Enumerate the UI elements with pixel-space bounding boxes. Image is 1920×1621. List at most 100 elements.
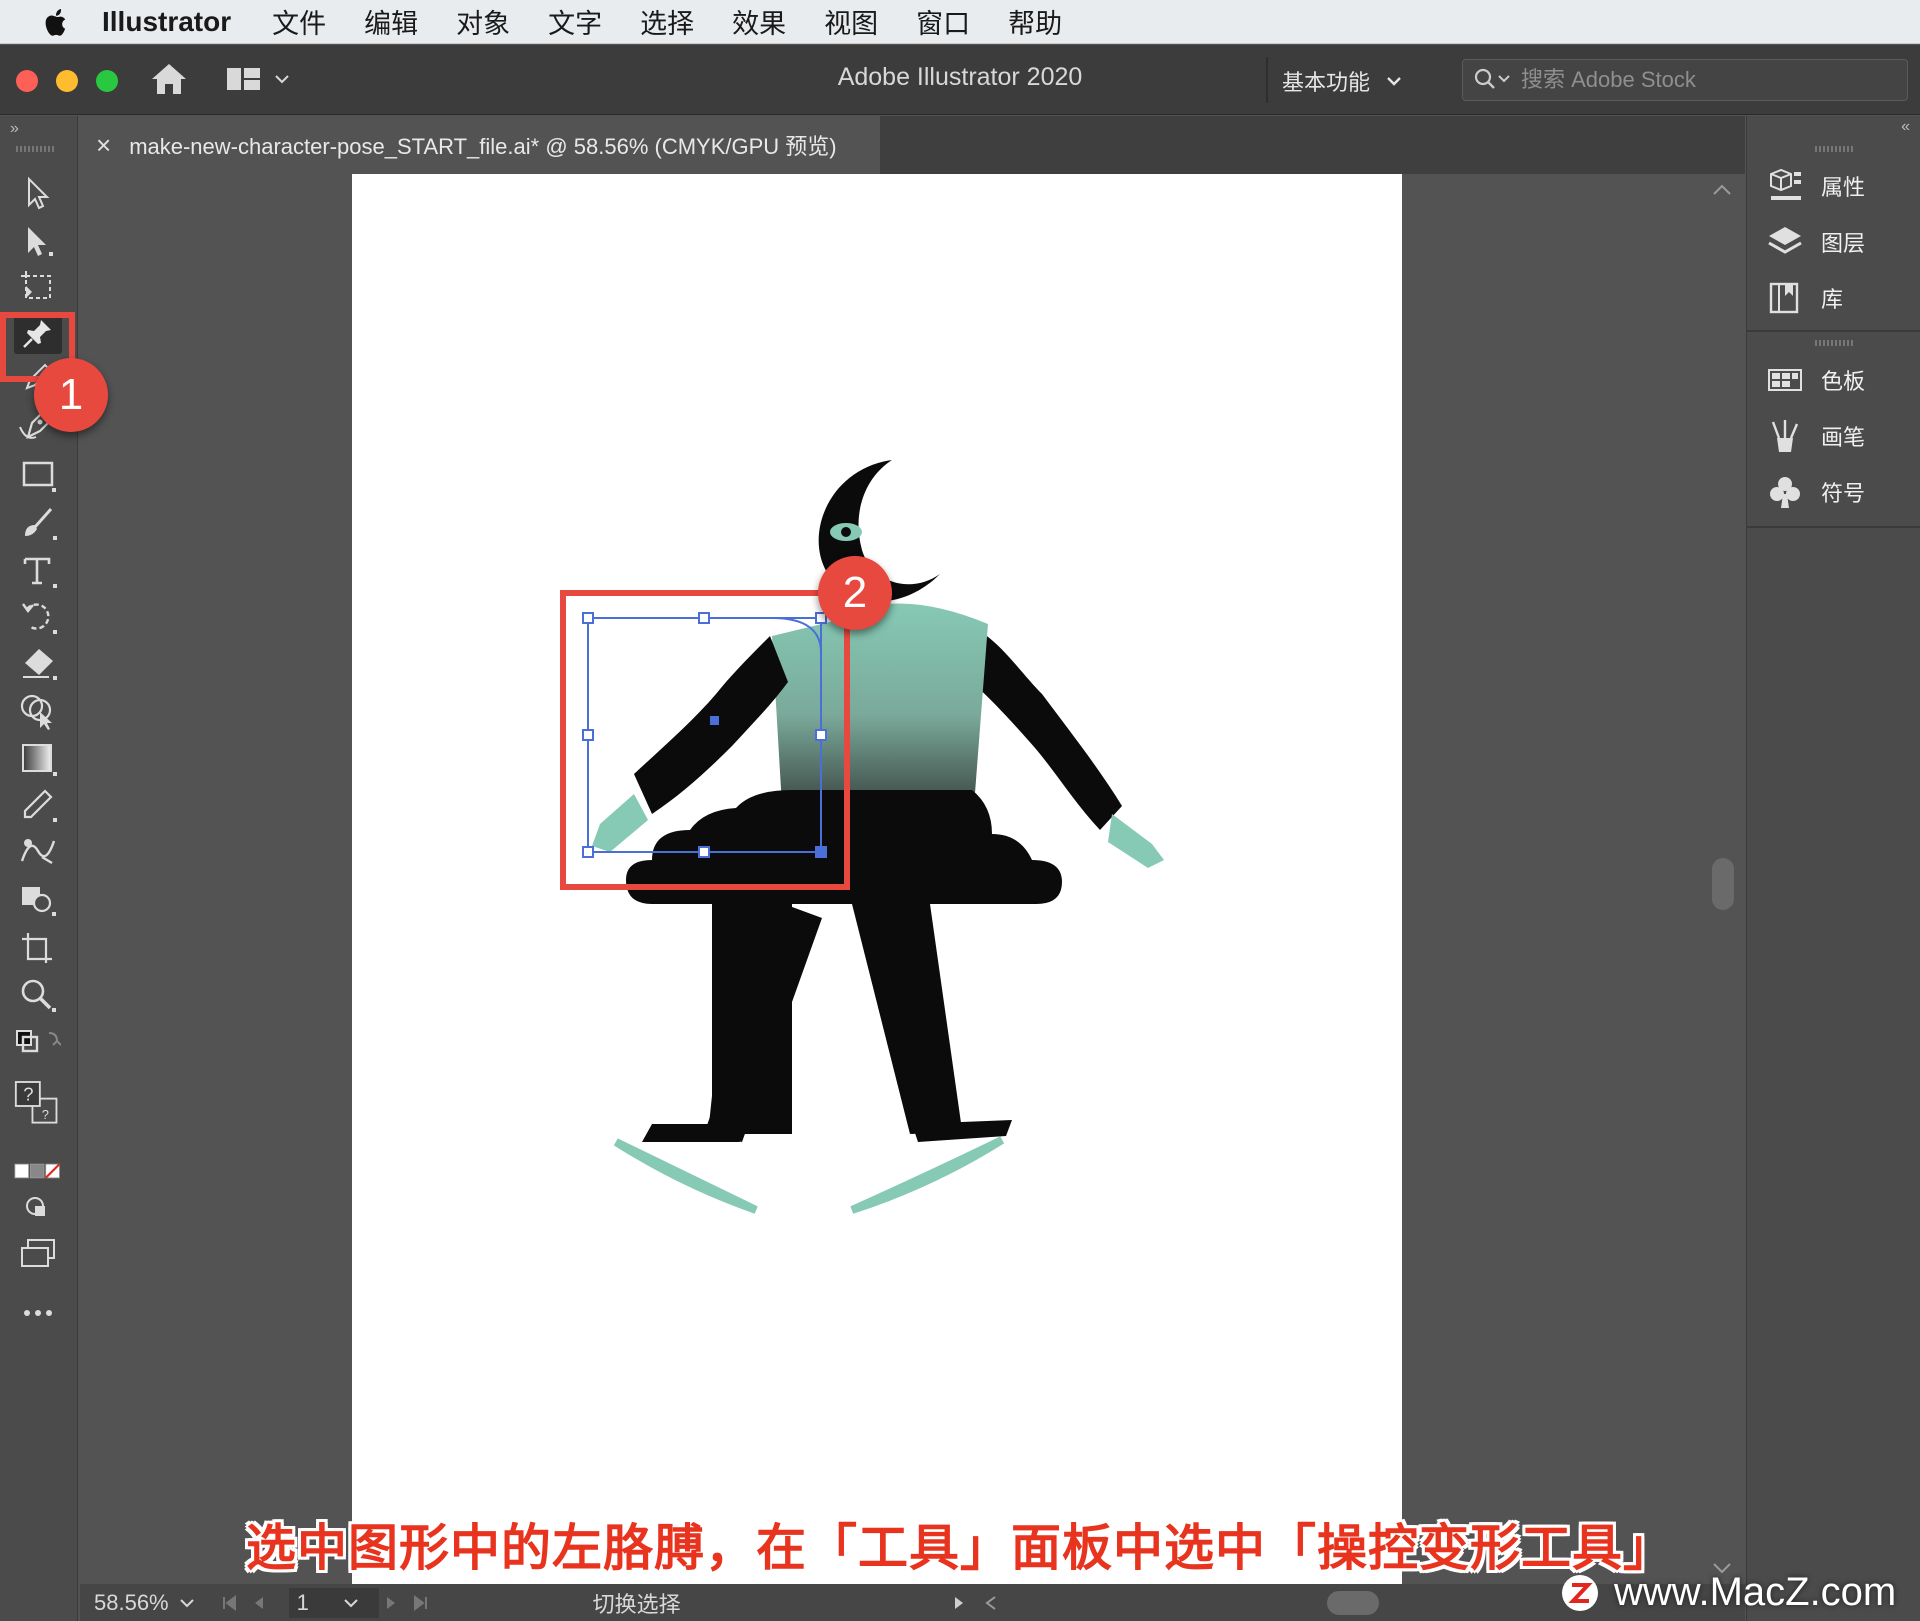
artboard-tool-icon[interactable] xyxy=(14,266,62,308)
status-bar: 58.56% 1 切换选择 xyxy=(80,1584,1745,1621)
menu-bar: Illustrator 文件 编辑 对象 文字 选择 效果 视图 窗口 帮助 xyxy=(0,0,1920,44)
brushes-icon xyxy=(1771,420,1799,452)
chevron-down-icon xyxy=(1387,77,1401,86)
eyedropper-tool-icon[interactable] xyxy=(14,784,62,826)
search-icon xyxy=(1474,68,1510,89)
shape-builder-tool-icon[interactable] xyxy=(14,690,62,732)
panel-properties[interactable]: 属性 xyxy=(1767,166,1865,206)
fill-stroke-unknown-icon[interactable]: ?? xyxy=(14,1074,62,1138)
rectangle-tool-icon[interactable] xyxy=(14,454,62,496)
step-badge-1: 1 xyxy=(34,358,108,432)
panel-symbols-label: 符号 xyxy=(1821,481,1866,506)
fill-stroke-swap-icon[interactable] xyxy=(14,1024,62,1066)
menu-view[interactable]: 视图 xyxy=(824,2,878,41)
menu-window[interactable]: 窗口 xyxy=(916,2,970,41)
paintbrush-tool-icon[interactable] xyxy=(14,502,62,544)
menu-effect[interactable]: 效果 xyxy=(732,2,786,41)
last-artboard-icon[interactable] xyxy=(413,1594,429,1611)
panel-grip[interactable] xyxy=(1815,146,1855,152)
panel-grip[interactable] xyxy=(16,146,56,152)
panel-brushes[interactable]: 画笔 xyxy=(1767,416,1865,456)
drawing-mode-icon[interactable] xyxy=(14,1186,62,1228)
watermark: www.MacZ.com xyxy=(1560,1570,1896,1615)
rotate-tool-icon[interactable] xyxy=(14,596,62,638)
menu-type[interactable]: 文字 xyxy=(548,2,602,41)
right-panel-dock: « 属性 图层 库 色板 画笔 符号 xyxy=(1746,116,1920,1621)
workspace-label: 基本功能 xyxy=(1282,70,1371,95)
character-right-arm[interactable] xyxy=(974,630,1164,868)
document-tab[interactable]: × make-new-character-pose_START_file.ai*… xyxy=(80,116,880,174)
collapse-toolbar-icon[interactable]: » xyxy=(10,120,19,138)
type-tool-icon[interactable] xyxy=(14,550,62,592)
app-name-menu[interactable]: Illustrator xyxy=(102,6,231,38)
panel-swatches-label: 色板 xyxy=(1821,369,1866,394)
menu-help[interactable]: 帮助 xyxy=(1008,2,1062,41)
search-input[interactable] xyxy=(1521,67,1881,93)
direct-selection-tool-icon[interactable] xyxy=(14,220,62,262)
eraser-tool-icon[interactable] xyxy=(14,642,62,684)
document-tab-bar: × make-new-character-pose_START_file.ai*… xyxy=(80,116,1745,174)
panel-grip[interactable] xyxy=(1815,340,1855,346)
selection-tool-icon[interactable] xyxy=(14,172,62,214)
step-badge-2: 2 xyxy=(818,556,892,630)
zoom-level-dropdown[interactable]: 58.56% xyxy=(94,1590,195,1616)
collapse-panels-icon[interactable]: « xyxy=(1901,118,1910,136)
menu-edit[interactable]: 编辑 xyxy=(364,2,418,41)
close-tab-icon[interactable]: × xyxy=(96,130,111,161)
panel-layers-label: 图层 xyxy=(1821,231,1866,256)
chevron-down-icon xyxy=(179,1598,194,1607)
zoom-tool-icon[interactable] xyxy=(14,974,62,1016)
artboard-number: 1 xyxy=(296,1589,309,1615)
watermark-text: www.MacZ.com xyxy=(1614,1570,1897,1614)
gradient-tool-icon[interactable] xyxy=(14,738,62,780)
panel-brushes-label: 画笔 xyxy=(1821,425,1866,450)
menu-object[interactable]: 对象 xyxy=(456,2,510,41)
status-menu-arrow-icon[interactable] xyxy=(953,1595,965,1611)
vertical-scrollbar[interactable] xyxy=(1700,174,1745,1584)
menu-select[interactable]: 选择 xyxy=(640,2,694,41)
current-tool-status: 切换选择 xyxy=(592,1591,681,1617)
highlight-left-arm xyxy=(560,590,850,890)
svg-text:?: ? xyxy=(42,1107,49,1122)
character-legs[interactable] xyxy=(642,904,1012,1142)
properties-icon xyxy=(1770,168,1801,200)
panel-libraries[interactable]: 库 xyxy=(1767,278,1843,318)
panel-symbols[interactable]: 符号 xyxy=(1767,472,1865,512)
screen-mode-icon[interactable] xyxy=(14,1232,62,1274)
chevron-down-icon[interactable] xyxy=(343,1598,359,1608)
symbol-sprayer-tool-icon[interactable] xyxy=(14,878,62,920)
previous-artboard-icon[interactable] xyxy=(253,1595,265,1611)
libraries-icon xyxy=(1769,282,1799,314)
scroll-up-icon[interactable] xyxy=(1712,184,1732,196)
character-skates[interactable] xyxy=(613,1136,1005,1214)
blend-tool-icon[interactable] xyxy=(14,830,62,872)
document-tab-title: make-new-character-pose_START_file.ai* @… xyxy=(129,134,837,159)
panel-swatches[interactable]: 色板 xyxy=(1767,360,1865,400)
apple-icon[interactable] xyxy=(36,0,76,44)
scroll-left-icon[interactable] xyxy=(984,1595,997,1611)
next-artboard-icon[interactable] xyxy=(385,1595,397,1611)
swatches-icon xyxy=(1768,369,1802,391)
artboard-nav-next xyxy=(385,1594,429,1611)
horizontal-scroll-thumb[interactable] xyxy=(1326,1590,1379,1615)
edit-toolbar-more-icon[interactable] xyxy=(14,1292,62,1334)
panel-properties-label: 属性 xyxy=(1821,175,1866,200)
symbols-icon xyxy=(1770,477,1800,508)
artboard-number-dropdown[interactable]: 1 xyxy=(288,1587,379,1618)
macz-logo-icon xyxy=(1562,1574,1598,1611)
adobe-stock-search[interactable] xyxy=(1462,59,1908,101)
zoom-level-value: 58.56% xyxy=(94,1589,169,1615)
svg-text:?: ? xyxy=(23,1083,33,1104)
panel-libraries-label: 库 xyxy=(1821,287,1844,312)
panel-layers[interactable]: 图层 xyxy=(1767,222,1865,262)
app-title-bar: Adobe Illustrator 2020 基本功能 xyxy=(0,45,1920,115)
layers-icon xyxy=(1768,227,1802,254)
workspace-switcher[interactable]: 基本功能 xyxy=(1282,65,1402,97)
artboard[interactable] xyxy=(352,174,1402,1584)
menu-file[interactable]: 文件 xyxy=(272,2,326,41)
scroll-thumb[interactable] xyxy=(1712,858,1734,910)
first-artboard-icon[interactable] xyxy=(221,1594,237,1611)
character-artwork[interactable] xyxy=(352,174,1402,1584)
artboard-crop-icon[interactable] xyxy=(14,926,62,968)
artboard-nav-prev xyxy=(221,1594,265,1611)
